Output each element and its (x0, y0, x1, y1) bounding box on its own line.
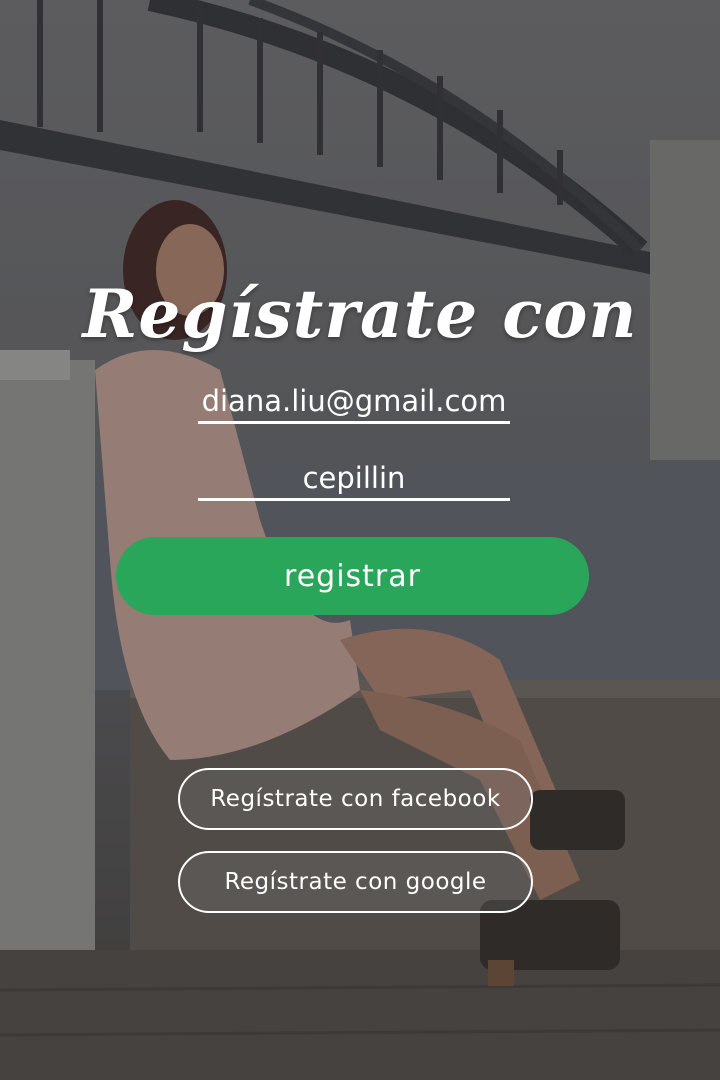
email-field[interactable] (198, 380, 510, 424)
password-field[interactable] (198, 457, 510, 501)
register-screen: Regístrate con registrar Regístrate con … (0, 0, 720, 1080)
facebook-register-button[interactable]: Regístrate con facebook (178, 768, 533, 830)
register-button[interactable]: registrar (116, 537, 589, 615)
google-register-button[interactable]: Regístrate con google (178, 851, 533, 913)
page-title: Regístrate con (82, 275, 638, 353)
